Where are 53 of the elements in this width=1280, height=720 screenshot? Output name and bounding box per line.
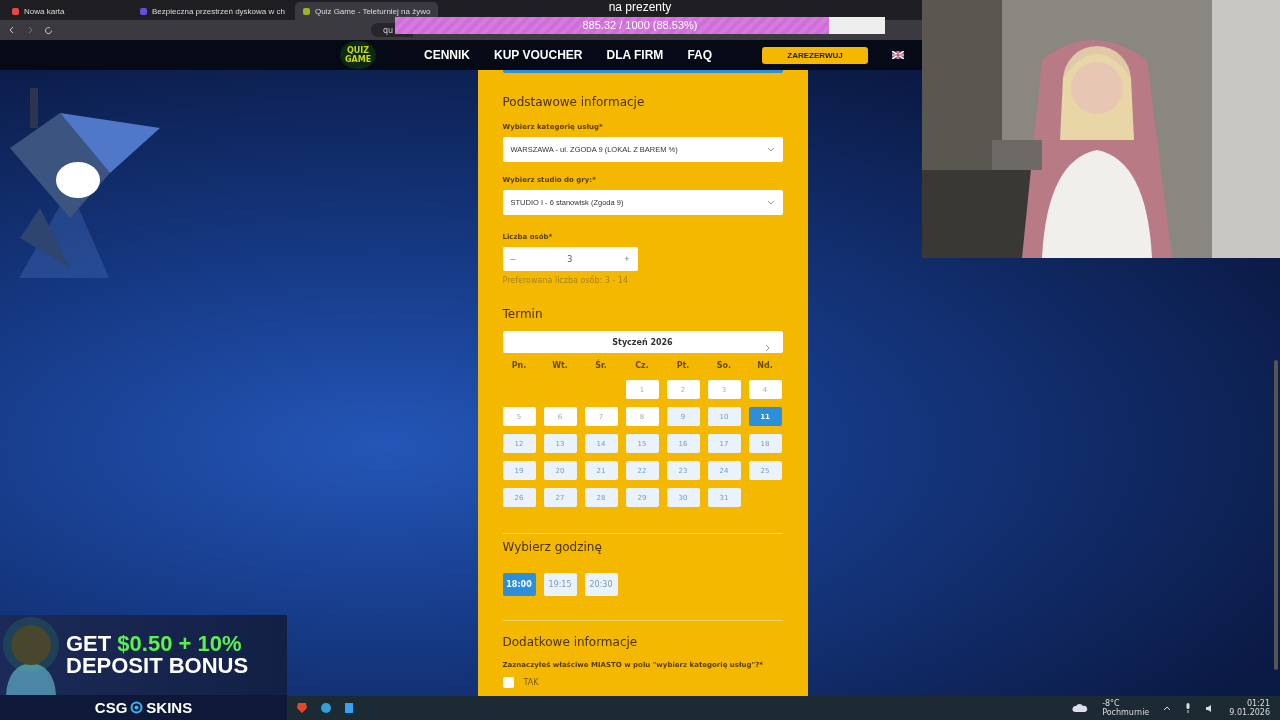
hint-text: Preferowana liczba osób: 3 - 14 [502,276,629,285]
ad-banner[interactable]: GET $0.50 + 10% DEPOSIT BONUS CSG SKINS [0,615,287,720]
people-count: 3 [567,254,573,264]
logo[interactable]: QUIZ GAME [340,41,376,69]
weekday-label: Pt. [675,361,691,370]
microphone-icon[interactable] [1185,703,1192,713]
minus-button[interactable]: – [510,254,516,264]
people-stepper[interactable]: – 3 + [502,247,638,271]
section-title: Dodatkowe informacje [502,635,639,649]
month-title: Styczeń 2026 [612,337,673,347]
checkbox-label: TAK [523,678,539,687]
ad-headline: DEPOSIT BONUS [66,655,249,677]
weekday-label: Cz. [634,361,650,370]
brand-text: CSG [94,699,128,716]
browser-icon[interactable] [296,702,308,714]
section-title: Wybierz godzinę [502,540,603,554]
chevron-up-icon[interactable] [1163,705,1172,711]
target-icon [130,701,144,714]
chevron-down-icon [766,146,775,153]
section-title: Termin [502,307,544,321]
goal-reading: 885.32 / 1000 (88.53%) [581,19,699,31]
back-icon[interactable] [8,26,16,34]
ad-headline: GET $0.50 + 10% [66,633,243,655]
time-slot[interactable]: 19:15 [543,573,577,596]
nav-link[interactable]: KUP VOUCHER [494,48,583,62]
weekday-label: Nd. [756,361,774,370]
plus-button[interactable]: + [624,254,630,264]
time-slot[interactable]: 18:00 [502,573,536,596]
nav-link[interactable]: CENNIK [424,48,470,62]
brand-text: SKINS [146,699,193,716]
weekday-label: So. [715,361,733,370]
weekday-label: Śr. [594,361,608,370]
flag-icon[interactable] [892,51,905,59]
chevron-right-icon[interactable] [764,344,771,352]
nav-link[interactable]: FAQ [687,48,713,62]
time-slot[interactable]: 20:30 [584,573,618,596]
clock-text: 01:21 9.01.2026 [1229,699,1270,717]
goal-title: na prezenty [608,0,672,16]
section-title: Podstawowe informacje [502,95,646,109]
forward-icon[interactable] [26,26,34,34]
checkbox[interactable] [502,677,514,688]
browser-tab[interactable]: Quiz Game - Teleturniej na żywo [294,2,439,20]
reserve-button[interactable]: ZAREZERWUJ [762,46,869,64]
browser-tab[interactable]: Bezpieczna przestrzeń dyskowa w ch [132,2,293,20]
scrollbar[interactable] [1274,360,1278,670]
reload-icon[interactable] [44,25,53,35]
cloud-icon [1072,703,1089,713]
browser-tab[interactable]: Nowa karta [4,2,130,20]
weather-text: -8°C Pochmurnie [1102,699,1150,717]
weekday-label: Pn. [510,361,528,370]
nav-link[interactable]: DLA FIRM [606,48,664,62]
chevron-down-icon [766,199,775,206]
weekday-label: Wt. [551,361,569,370]
